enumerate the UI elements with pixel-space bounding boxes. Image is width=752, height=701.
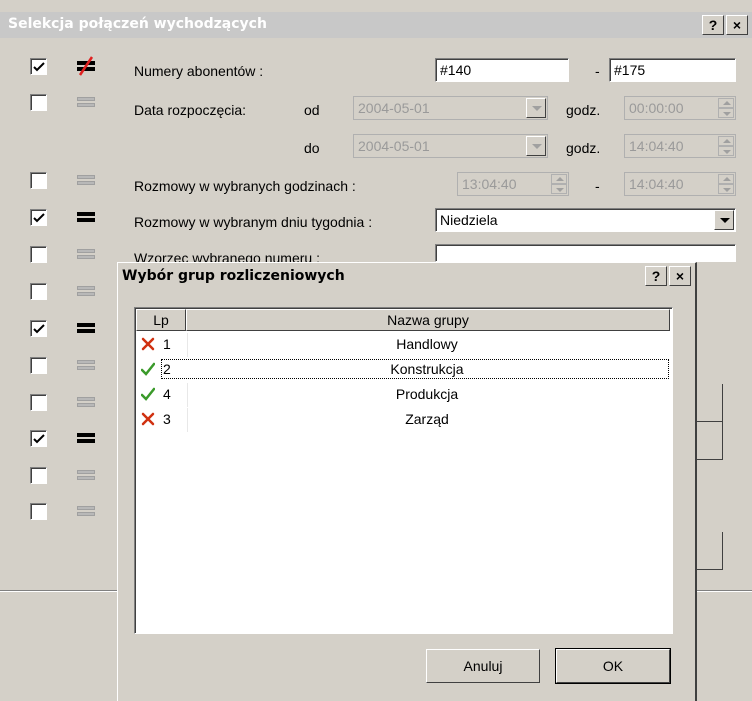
row-checkbox-9[interactable] — [30, 394, 47, 411]
list-item[interactable]: 4 Produkcja — [137, 383, 671, 407]
sub-help-button[interactable]: ? — [645, 266, 667, 286]
hours-from-spinner[interactable] — [551, 174, 567, 194]
time-from-value: 00:00:00 — [629, 100, 684, 116]
date-to-value: 2004-05-01 — [358, 138, 430, 154]
time-from-input[interactable]: 00:00:00 — [624, 96, 736, 120]
list-item[interactable]: 2 Konstrukcja — [137, 358, 671, 382]
time-from-label: godz. — [566, 102, 601, 118]
row-checkbox-1[interactable] — [30, 58, 47, 75]
row-checkbox-8[interactable] — [30, 357, 47, 374]
row-checkbox-7[interactable] — [30, 320, 47, 337]
row-checkbox-10[interactable] — [30, 430, 47, 447]
row-lp: 1 — [163, 336, 171, 352]
ok-button[interactable]: OK — [555, 648, 671, 684]
row-name: Zarząd — [405, 411, 449, 427]
list-item[interactable]: 1 Handlowy — [137, 333, 671, 357]
side-button-3[interactable] — [697, 532, 723, 570]
date-from-label: od — [304, 102, 320, 118]
divider-left — [0, 590, 117, 592]
equal-icon[interactable] — [77, 209, 95, 225]
row-checkbox-6[interactable] — [30, 283, 47, 300]
time-to-input[interactable]: 14:04:40 — [624, 134, 736, 158]
date-from-value: 2004-05-01 — [358, 100, 430, 116]
row-name: Konstrukcja — [390, 361, 464, 377]
numbers-label: Numery abonentów : — [134, 63, 264, 79]
cancel-button[interactable]: Anuluj — [426, 649, 540, 683]
column-header-name[interactable]: Nazwa grupy — [186, 309, 670, 331]
hours-dash: - — [595, 178, 600, 194]
check-icon — [141, 362, 155, 376]
hours-from-value: 13:04:40 — [462, 176, 517, 192]
hours-to-spinner[interactable] — [718, 174, 734, 194]
list-item[interactable]: 3 Zarząd — [137, 408, 671, 432]
sub-title-bar: Wybór grup rozliczeniowych ? × — [118, 263, 694, 289]
hours-from-input[interactable]: 13:04:40 — [457, 172, 569, 196]
weekday-label: Rozmowy w wybranym dniu tygodnia : — [134, 214, 373, 230]
chevron-down-icon[interactable] — [526, 98, 546, 118]
row-checkbox-11[interactable] — [30, 467, 47, 484]
equal-icon[interactable] — [77, 283, 95, 299]
equal-icon[interactable] — [77, 467, 95, 483]
time-to-label: godz. — [566, 140, 601, 156]
chevron-down-icon[interactable] — [526, 136, 546, 156]
equal-icon[interactable] — [77, 94, 95, 110]
main-close-button[interactable]: × — [726, 15, 748, 35]
pattern-input[interactable] — [435, 244, 736, 262]
equal-icon[interactable] — [77, 172, 95, 188]
group-list[interactable]: Lp Nazwa grupy 1 Handlowy 2 Konstrukcja … — [134, 307, 673, 634]
date-to-select[interactable]: 2004-05-01 — [353, 134, 548, 158]
row-lp: 3 — [163, 411, 171, 427]
weekday-value: Niedziela — [440, 212, 498, 228]
cross-icon — [141, 412, 155, 426]
sub-close-button[interactable]: × — [669, 266, 691, 286]
column-header-lp[interactable]: Lp — [136, 309, 186, 331]
main-title: Selekcja połączeń wychodzących — [8, 16, 267, 32]
pattern-label-clip: Wzorzec wybranego numeru : — [134, 246, 434, 262]
equal-icon[interactable] — [77, 320, 95, 336]
row-checkbox-2[interactable] — [30, 94, 47, 111]
hours-to-input[interactable]: 14:04:40 — [624, 172, 736, 196]
check-icon — [141, 387, 155, 401]
row-lp: 2 — [163, 361, 171, 377]
divider-right — [697, 590, 752, 592]
hours-label: Rozmowy w wybranych godzinach : — [134, 178, 356, 194]
time-from-spinner[interactable] — [718, 98, 734, 118]
sub-title: Wybór grup rozliczeniowych — [122, 268, 345, 284]
row-name: Handlowy — [396, 336, 458, 352]
main-help-button[interactable]: ? — [702, 15, 724, 35]
row-checkbox-3[interactable] — [30, 172, 47, 189]
side-button-1[interactable] — [697, 384, 723, 422]
main-title-bar: Selekcja połączeń wychodzących ? × — [0, 12, 752, 38]
number-from-input[interactable]: #140 — [435, 58, 569, 82]
equal-icon[interactable] — [77, 430, 95, 446]
equal-icon[interactable] — [77, 246, 95, 262]
row-lp: 4 — [163, 386, 171, 402]
pattern-label: Wzorzec wybranego numeru : — [134, 250, 320, 262]
cross-icon — [141, 337, 155, 351]
chevron-down-icon[interactable] — [714, 210, 734, 230]
number-dash: - — [595, 63, 600, 79]
not-equal-icon[interactable] — [77, 56, 95, 76]
date-from-select[interactable]: 2004-05-01 — [353, 96, 548, 120]
hours-to-value: 14:04:40 — [629, 176, 684, 192]
row-checkbox-4[interactable] — [30, 209, 47, 226]
number-to-input[interactable]: #175 — [609, 58, 736, 82]
side-button-2[interactable] — [697, 422, 723, 460]
group-select-dialog: Wybór grup rozliczeniowych ? × Lp Nazwa … — [117, 262, 697, 701]
date-to-label: do — [304, 140, 320, 156]
row-name: Produkcja — [395, 386, 459, 402]
time-to-value: 14:04:40 — [629, 138, 684, 154]
equal-icon[interactable] — [77, 503, 95, 519]
equal-icon[interactable] — [77, 357, 95, 373]
row-checkbox-5[interactable] — [30, 246, 47, 263]
time-to-spinner[interactable] — [718, 136, 734, 156]
weekday-select[interactable]: Niedziela — [435, 208, 736, 232]
date-label: Data rozpoczęcia: — [134, 102, 247, 118]
row-checkbox-12[interactable] — [30, 503, 47, 520]
equal-icon[interactable] — [77, 394, 95, 410]
